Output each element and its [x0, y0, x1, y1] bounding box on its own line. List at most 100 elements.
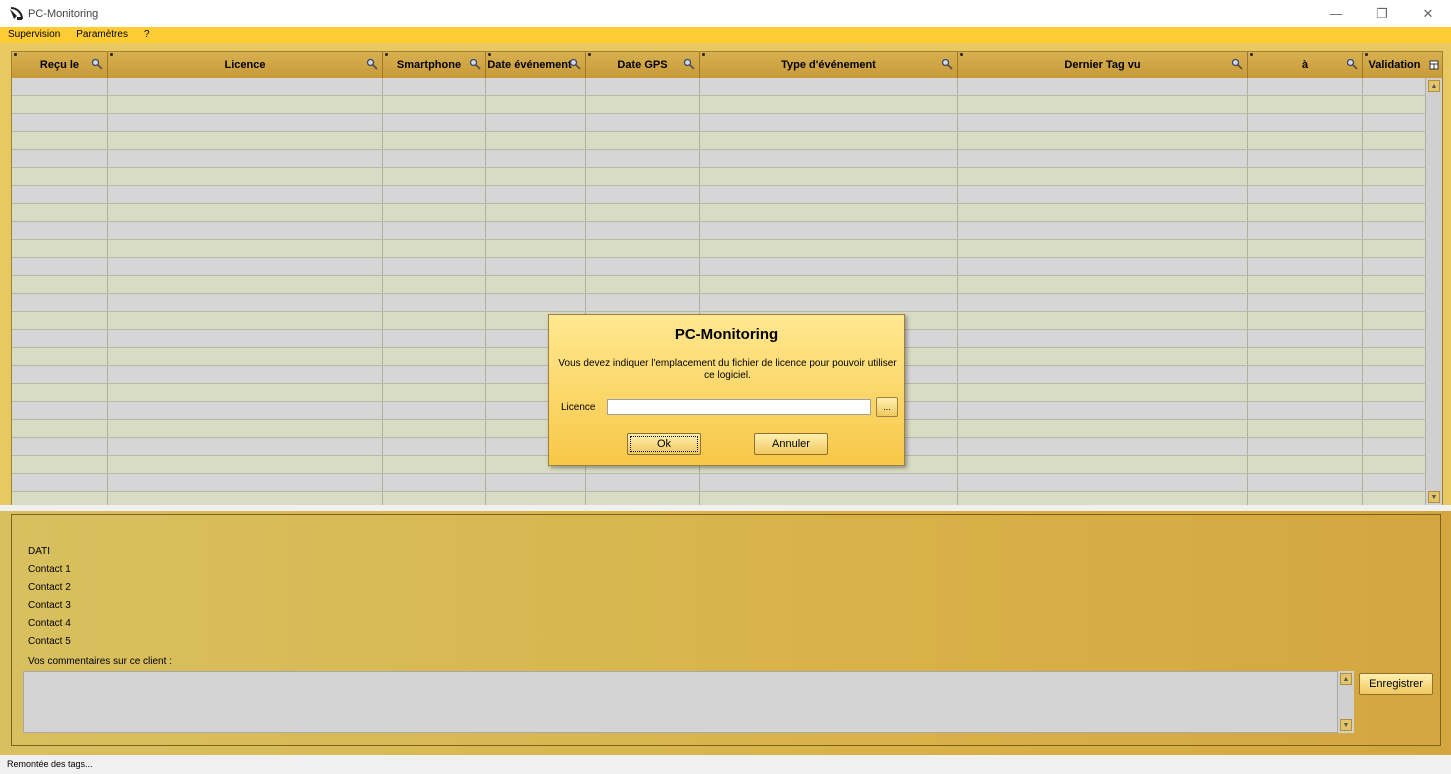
- table-cell[interactable]: [486, 132, 586, 149]
- table-cell[interactable]: [383, 132, 486, 149]
- table-cell[interactable]: [958, 420, 1248, 437]
- table-cell[interactable]: [108, 222, 383, 239]
- table-cell[interactable]: [383, 222, 486, 239]
- table-cell[interactable]: [958, 204, 1248, 221]
- table-cell[interactable]: [1363, 456, 1426, 473]
- table-cell[interactable]: [1363, 366, 1426, 383]
- table-cell[interactable]: [1363, 312, 1426, 329]
- table-cell[interactable]: [1248, 240, 1363, 257]
- table-cell[interactable]: [1248, 150, 1363, 167]
- table-cell[interactable]: [1248, 258, 1363, 275]
- table-cell[interactable]: [12, 114, 108, 131]
- grid-vertical-scrollbar[interactable]: ▲ ▼: [1426, 78, 1442, 505]
- table-cell[interactable]: [1248, 438, 1363, 455]
- table-cell[interactable]: [958, 168, 1248, 185]
- table-cell[interactable]: [586, 294, 700, 311]
- table-cell[interactable]: [586, 96, 700, 113]
- table-cell[interactable]: [1363, 294, 1426, 311]
- table-cell[interactable]: [12, 276, 108, 293]
- table-cell[interactable]: [700, 276, 958, 293]
- table-cell[interactable]: [700, 168, 958, 185]
- table-cell[interactable]: [700, 132, 958, 149]
- table-cell[interactable]: [1363, 258, 1426, 275]
- table-cell[interactable]: [1363, 78, 1426, 95]
- table-cell[interactable]: [1248, 132, 1363, 149]
- column-header-licence[interactable]: Licence: [108, 52, 383, 78]
- table-cell[interactable]: [1248, 312, 1363, 329]
- table-cell[interactable]: [108, 330, 383, 347]
- table-row[interactable]: [12, 240, 1426, 258]
- table-cell[interactable]: [1248, 402, 1363, 419]
- scroll-up-arrow-icon[interactable]: ▲: [1340, 673, 1352, 685]
- magnifier-icon[interactable]: [366, 58, 378, 73]
- licence-path-input[interactable]: [607, 399, 871, 415]
- table-cell[interactable]: [12, 186, 108, 203]
- table-cell[interactable]: [486, 78, 586, 95]
- table-row[interactable]: [12, 78, 1426, 96]
- comment-scrollbar[interactable]: ▲ ▼: [1338, 671, 1354, 733]
- table-cell[interactable]: [958, 150, 1248, 167]
- table-cell[interactable]: [958, 438, 1248, 455]
- menu-parametres[interactable]: Paramètres: [68, 27, 136, 43]
- table-row[interactable]: [12, 276, 1426, 294]
- table-cell[interactable]: [958, 348, 1248, 365]
- table-cell[interactable]: [958, 384, 1248, 401]
- table-cell[interactable]: [108, 150, 383, 167]
- table-cell[interactable]: [1363, 276, 1426, 293]
- table-cell[interactable]: [108, 114, 383, 131]
- table-cell[interactable]: [108, 438, 383, 455]
- table-cell[interactable]: [383, 420, 486, 437]
- table-cell[interactable]: [108, 366, 383, 383]
- table-cell[interactable]: [12, 168, 108, 185]
- table-cell[interactable]: [383, 294, 486, 311]
- table-cell[interactable]: [586, 276, 700, 293]
- table-cell[interactable]: [383, 204, 486, 221]
- table-cell[interactable]: [1363, 222, 1426, 239]
- table-cell[interactable]: [1248, 186, 1363, 203]
- table-cell[interactable]: [383, 96, 486, 113]
- table-cell[interactable]: [700, 258, 958, 275]
- table-cell[interactable]: [700, 186, 958, 203]
- table-cell[interactable]: [958, 474, 1248, 491]
- column-header-date-evenement[interactable]: Date événement: [486, 52, 586, 78]
- table-cell[interactable]: [108, 78, 383, 95]
- table-cell[interactable]: [958, 366, 1248, 383]
- table-cell[interactable]: [1248, 276, 1363, 293]
- table-cell[interactable]: [958, 258, 1248, 275]
- table-cell[interactable]: [1248, 384, 1363, 401]
- table-cell[interactable]: [12, 402, 108, 419]
- table-cell[interactable]: [383, 186, 486, 203]
- table-cell[interactable]: [1363, 132, 1426, 149]
- menu-help[interactable]: ?: [136, 27, 158, 43]
- table-cell[interactable]: [1248, 114, 1363, 131]
- table-cell[interactable]: [383, 474, 486, 491]
- table-cell[interactable]: [1248, 222, 1363, 239]
- table-cell[interactable]: [383, 438, 486, 455]
- table-cell[interactable]: [700, 150, 958, 167]
- table-cell[interactable]: [108, 402, 383, 419]
- table-cell[interactable]: [958, 222, 1248, 239]
- table-cell[interactable]: [1363, 96, 1426, 113]
- table-cell[interactable]: [12, 294, 108, 311]
- table-cell[interactable]: [486, 258, 586, 275]
- table-cell[interactable]: [108, 474, 383, 491]
- table-cell[interactable]: [958, 456, 1248, 473]
- table-cell[interactable]: [586, 222, 700, 239]
- table-row[interactable]: [12, 96, 1426, 114]
- table-cell[interactable]: [383, 168, 486, 185]
- table-cell[interactable]: [1363, 204, 1426, 221]
- table-cell[interactable]: [12, 312, 108, 329]
- magnifier-icon[interactable]: [1346, 58, 1358, 73]
- table-cell[interactable]: [12, 258, 108, 275]
- table-cell[interactable]: [958, 78, 1248, 95]
- table-cell[interactable]: [12, 132, 108, 149]
- table-cell[interactable]: [586, 474, 700, 491]
- table-row[interactable]: [12, 186, 1426, 204]
- table-cell[interactable]: [108, 132, 383, 149]
- table-row[interactable]: [12, 150, 1426, 168]
- table-cell[interactable]: [700, 78, 958, 95]
- table-cell[interactable]: [12, 384, 108, 401]
- table-cell[interactable]: [486, 222, 586, 239]
- table-cell[interactable]: [12, 474, 108, 491]
- browse-button[interactable]: ...: [876, 397, 898, 417]
